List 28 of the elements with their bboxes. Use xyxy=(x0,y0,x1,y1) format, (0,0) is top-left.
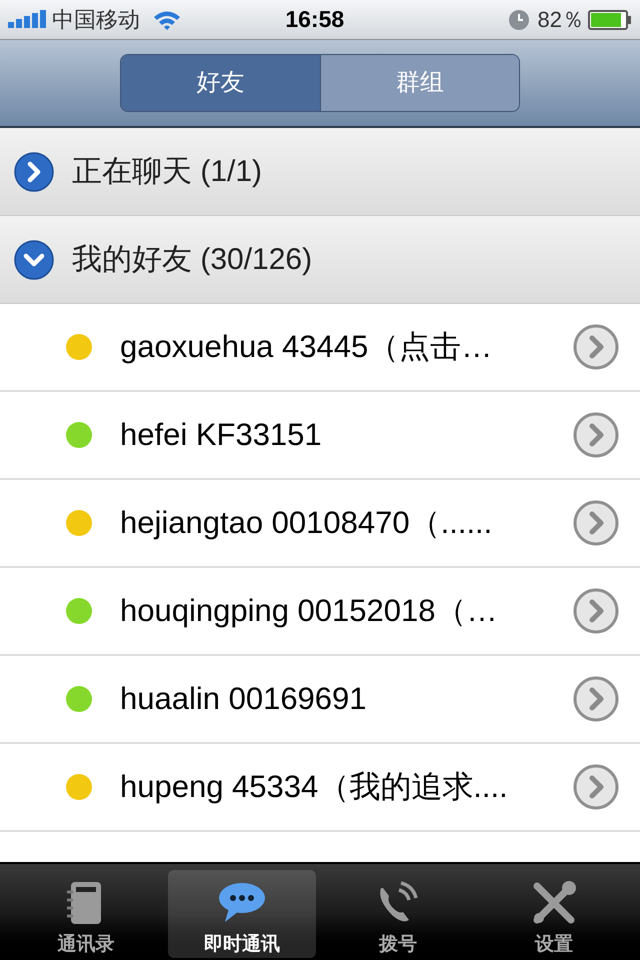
tab-bar-item[interactable]: 拨号 xyxy=(324,870,472,958)
clock-icon xyxy=(508,8,530,30)
contact-name: huaalin 00169691 xyxy=(120,680,368,718)
disclosure-chevron-icon[interactable] xyxy=(572,675,620,723)
segment-tab[interactable]: 好友 xyxy=(121,55,320,111)
disclosure-chevron-icon[interactable] xyxy=(572,411,620,459)
group-header[interactable]: 正在聊天 (1/1) xyxy=(0,128,640,216)
contact-name: hefei KF33151 xyxy=(120,416,323,454)
disclosure-chevron-icon[interactable] xyxy=(572,323,620,371)
carrier-name: 中国移动 xyxy=(52,6,140,34)
contact-name: hejiangtao 00108470（...... xyxy=(120,504,494,542)
contact-name: houqingping 00152018（… xyxy=(120,592,498,630)
signal-icon xyxy=(8,10,48,30)
group-title: 我的好友 (30/126) xyxy=(72,242,312,278)
tab-bar-item[interactable]: 即时通讯 xyxy=(168,870,316,958)
disclosure-chevron-icon[interactable] xyxy=(572,763,620,811)
disclosure-chevron-icon[interactable] xyxy=(572,587,620,635)
disclosure-chevron-icon[interactable] xyxy=(572,499,620,547)
clock-time: 16:58 xyxy=(285,5,344,34)
group-header[interactable]: 我的好友 (30/126) xyxy=(0,216,640,304)
tab-bar-item[interactable]: 设置 xyxy=(480,870,628,958)
group-title: 正在聊天 (1/1) xyxy=(72,154,262,190)
tab-bar-item[interactable]: 通讯录 xyxy=(12,870,160,958)
contact-name: gaoxuehua 43445（点击… xyxy=(120,328,494,366)
wifi-icon xyxy=(152,8,182,30)
battery-icon xyxy=(588,10,632,30)
battery-percent: 82％ xyxy=(538,6,584,34)
contact-name: hupeng 45334（我的追求.... xyxy=(120,768,509,806)
